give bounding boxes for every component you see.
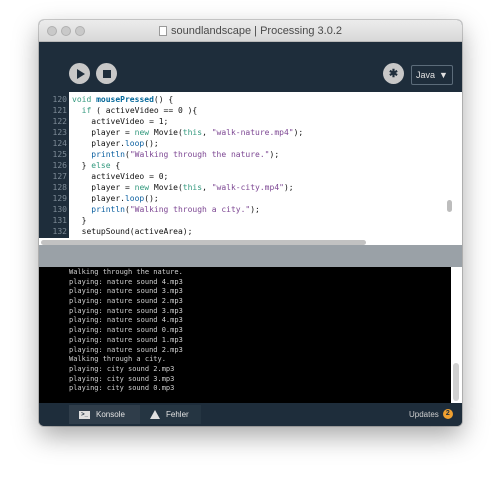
line-number: 124 <box>52 139 67 148</box>
tab-konsole[interactable]: >_ Konsole <box>69 405 140 424</box>
code-line: player.loop(); <box>72 194 159 203</box>
console-line: playing: nature sound 4.mp3 <box>69 277 183 286</box>
tab-fehler[interactable]: Fehler <box>140 405 201 424</box>
message-area-divider[interactable] <box>39 245 462 267</box>
code-line: player = new Movie(this, "walk-city.mp4"… <box>72 183 294 192</box>
warning-icon <box>150 410 160 419</box>
line-number: 127 <box>52 172 67 181</box>
code-line: void mousePressed() { <box>72 95 174 104</box>
chevron-down-icon: ▼ <box>439 70 448 80</box>
line-number: 131 <box>52 216 67 225</box>
mode-selector[interactable]: Java ▼ <box>411 65 453 85</box>
window-title: soundlandscape | Processing 3.0.2 <box>170 25 343 37</box>
console-line: playing: nature sound 2.mp3 <box>69 297 183 306</box>
processing-window: soundlandscape | Processing 3.0.2 ✱ Java… <box>39 20 462 426</box>
code-area[interactable]: void mousePressed() { if ( activeVideo =… <box>72 94 447 237</box>
editor-vertical-scrollbar[interactable] <box>453 92 462 238</box>
console-line: playing: nature sound 3.mp3 <box>69 306 183 315</box>
console-scroll-thumb[interactable] <box>453 363 459 401</box>
line-number: 128 <box>52 183 67 192</box>
line-number: 132 <box>52 227 67 236</box>
code-editor[interactable]: 120 121 122 123 124 125 126 127 128 129 … <box>39 92 462 245</box>
debug-button[interactable]: ✱ <box>383 63 404 84</box>
code-line: println("Walking through the nature."); <box>91 150 280 159</box>
console-text: Walking through the nature. playing: nat… <box>69 268 183 394</box>
line-number: 130 <box>52 205 67 214</box>
play-icon <box>76 68 85 79</box>
code-line: println("Walking through a city."); <box>91 205 260 214</box>
line-number: 129 <box>52 194 67 203</box>
console-line: playing: nature sound 2.mp3 <box>69 345 183 354</box>
code-line: player.loop(); <box>72 139 159 148</box>
debugger-icon: ✱ <box>388 68 399 80</box>
toolbar: ✱ Java ▼ soundlandscape ▼ <box>39 42 462 115</box>
editor-vertical-scroll-thumb[interactable] <box>447 200 452 212</box>
console-line: playing: city sound 2.mp3 <box>69 364 175 373</box>
code-line: setupSound(activeArea); <box>72 227 193 236</box>
console-line: playing: nature sound 1.mp3 <box>69 335 183 344</box>
window-title-wrap: soundlandscape | Processing 3.0.2 <box>39 20 462 42</box>
console-line: Walking through a city. <box>69 355 166 364</box>
line-number: 125 <box>52 150 67 159</box>
title-bar: soundlandscape | Processing 3.0.2 <box>39 20 462 42</box>
fehler-label: Fehler <box>166 410 189 419</box>
console-line: playing: city sound 3.mp3 <box>69 374 175 383</box>
line-number: 122 <box>52 117 67 126</box>
console-line: playing: nature sound 0.mp3 <box>69 326 183 335</box>
stop-button[interactable] <box>96 63 117 84</box>
code-line: } else { <box>72 161 121 170</box>
terminal-icon: >_ <box>79 410 90 419</box>
code-line: player = new Movie(this, "walk-nature.mp… <box>72 128 304 137</box>
code-line: activeVideo = 0; <box>72 172 169 181</box>
code-line: activeVideo = 1; <box>72 117 169 126</box>
document-icon <box>158 26 167 36</box>
updates-button[interactable]: Updates 2 <box>409 409 453 419</box>
console-line: playing: city sound 0.mp3 <box>69 384 175 393</box>
console-line: playing: nature sound 3.mp3 <box>69 287 183 296</box>
line-number: 120 <box>52 95 67 104</box>
line-number: 123 <box>52 128 67 137</box>
console-line: Walking through the nature. <box>69 268 183 276</box>
console-line: playing: nature sound 4.mp3 <box>69 316 183 325</box>
updates-count-badge: 2 <box>442 409 453 419</box>
code-line: } <box>72 216 87 225</box>
mode-label: Java <box>416 70 436 80</box>
updates-label: Updates <box>409 409 439 419</box>
line-number-gutter: 120 121 122 123 124 125 126 127 128 129 … <box>39 92 69 238</box>
line-number: 126 <box>52 161 67 170</box>
stop-icon <box>102 69 111 78</box>
status-bar: >_ Konsole Fehler Updates 2 <box>39 403 462 426</box>
line-number: 121 <box>52 106 67 115</box>
konsole-label: Konsole <box>96 410 125 419</box>
code-line: if ( activeVideo == 0 ){ <box>81 106 198 115</box>
run-button[interactable] <box>69 63 90 84</box>
console-output: Walking through the nature. playing: nat… <box>39 267 462 403</box>
